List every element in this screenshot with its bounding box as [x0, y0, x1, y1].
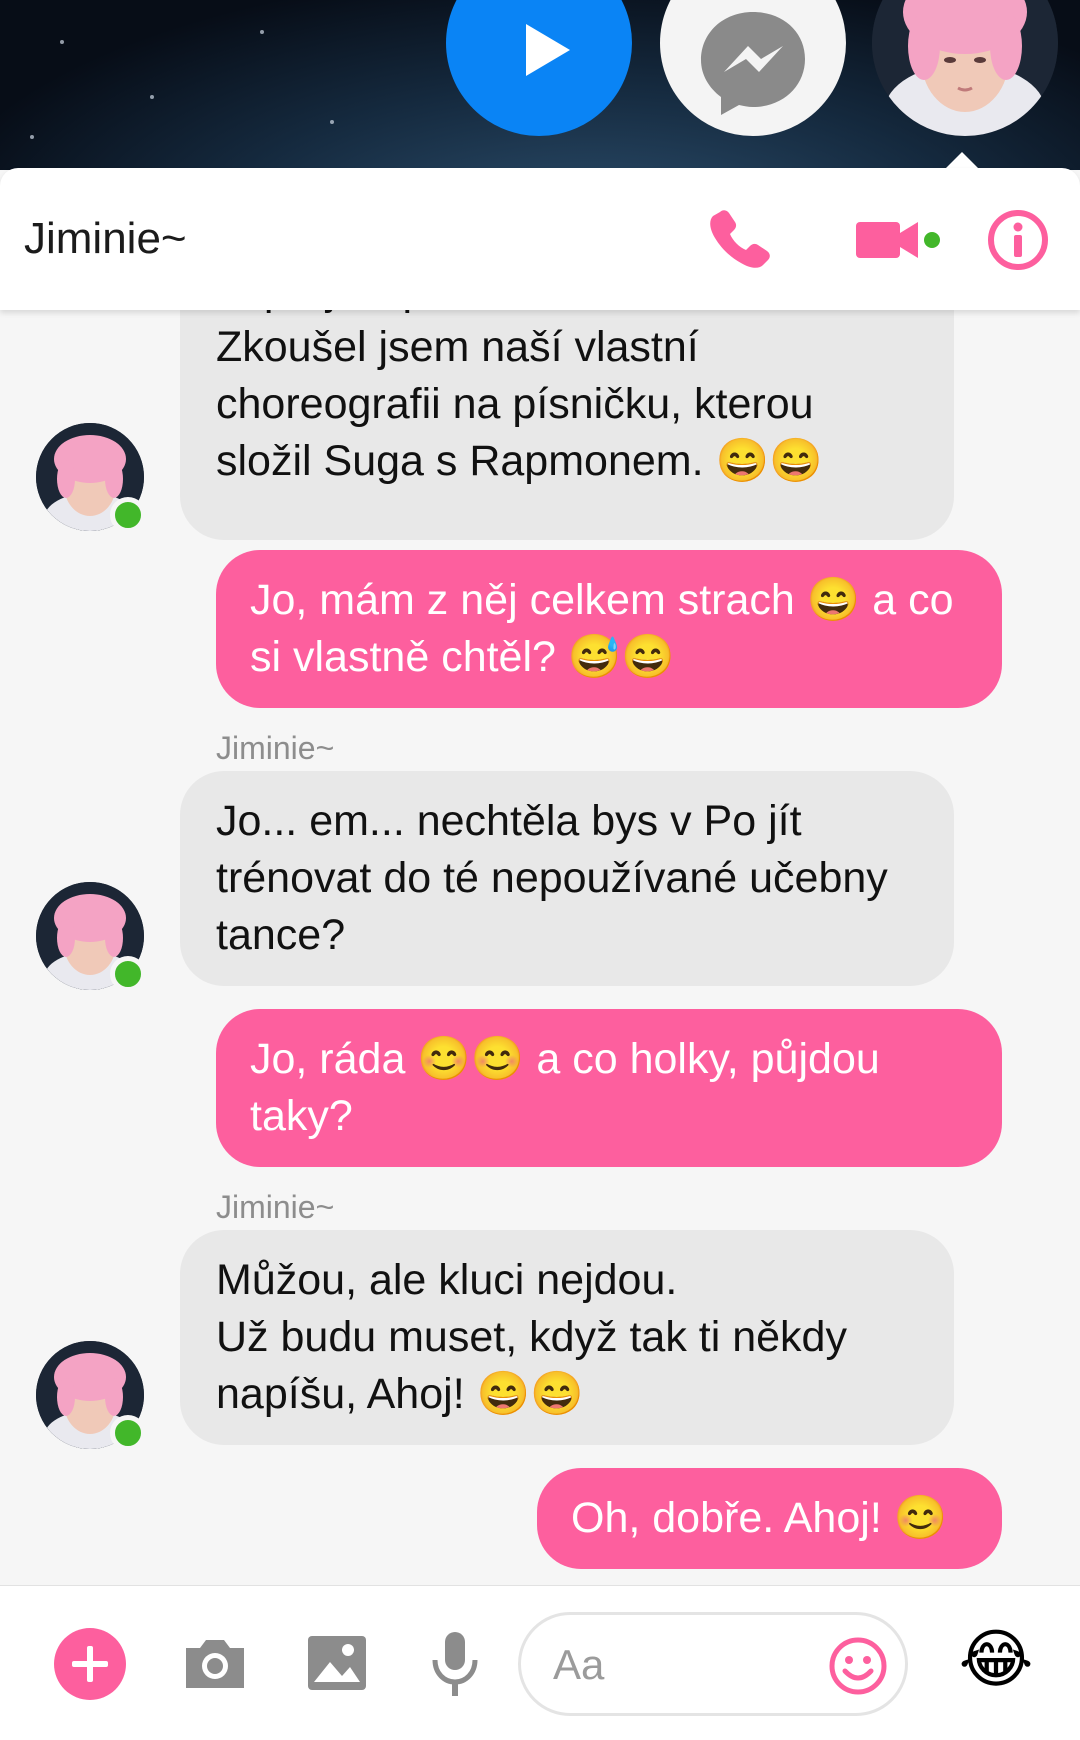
emoji-icon[interactable]: [827, 1635, 889, 1697]
star: [30, 135, 34, 139]
contact-avatar[interactable]: [36, 882, 146, 992]
outgoing-message-bubble[interactable]: Oh, dobře. Ahoj! 😊: [537, 1468, 1002, 1569]
star: [150, 95, 154, 99]
online-status-dot: [110, 956, 146, 992]
message-list[interactable]: neprej Rapmona. Zkoušel jsem naší vlastn…: [0, 310, 1080, 1585]
chat-heads-bar: [0, 0, 1080, 170]
play-icon: [526, 24, 570, 76]
contact-avatar[interactable]: [36, 1341, 146, 1451]
online-status-dot: [110, 1415, 146, 1451]
contact-avatar[interactable]: [36, 423, 146, 533]
sender-name: Jiminie~: [216, 730, 335, 766]
star: [330, 120, 334, 124]
outgoing-message-bubble[interactable]: Jo, mám z něj celkem strach 😄 a co si vl…: [216, 550, 1002, 708]
profile-photo: [872, 0, 1058, 136]
conversation-title[interactable]: Jiminie~: [24, 168, 187, 310]
message-input[interactable]: [551, 1633, 785, 1697]
contact-chat-head-avatar[interactable]: [872, 0, 1058, 136]
video-play-chat-head[interactable]: [446, 0, 632, 136]
sender-name: Jiminie~: [216, 1189, 335, 1225]
message-input-field[interactable]: [518, 1612, 908, 1716]
incoming-message-bubble[interactable]: neprej Rapmona. Zkoušel jsem naší vlastn…: [180, 310, 954, 540]
image-icon[interactable]: [302, 1628, 372, 1698]
quick-reaction-emoji-button[interactable]: 😂: [956, 1620, 1036, 1700]
messenger-chat-head[interactable]: [660, 0, 846, 136]
camera-icon[interactable]: [180, 1628, 250, 1698]
microphone-icon[interactable]: [420, 1626, 490, 1702]
messenger-icon: [701, 12, 805, 115]
incoming-message-bubble[interactable]: Jo... em... nechtěla bys v Po jít trénov…: [180, 771, 954, 986]
plus-icon[interactable]: [52, 1626, 128, 1702]
info-icon[interactable]: [980, 202, 1056, 278]
outgoing-message-bubble[interactable]: Jo, ráda 😊😊 a co holky, půjdou taky?: [216, 1009, 1002, 1167]
star: [260, 30, 264, 34]
star: [60, 40, 64, 44]
message-composer: 😂: [0, 1585, 1080, 1740]
video-camera-icon[interactable]: [852, 202, 952, 278]
online-status-dot: [110, 497, 146, 533]
phone-icon[interactable]: [700, 202, 776, 278]
incoming-message-bubble[interactable]: Můžou, ale kluci nejdou. Už budu muset, …: [180, 1230, 954, 1445]
conversation-header: Jiminie~: [0, 168, 1080, 310]
